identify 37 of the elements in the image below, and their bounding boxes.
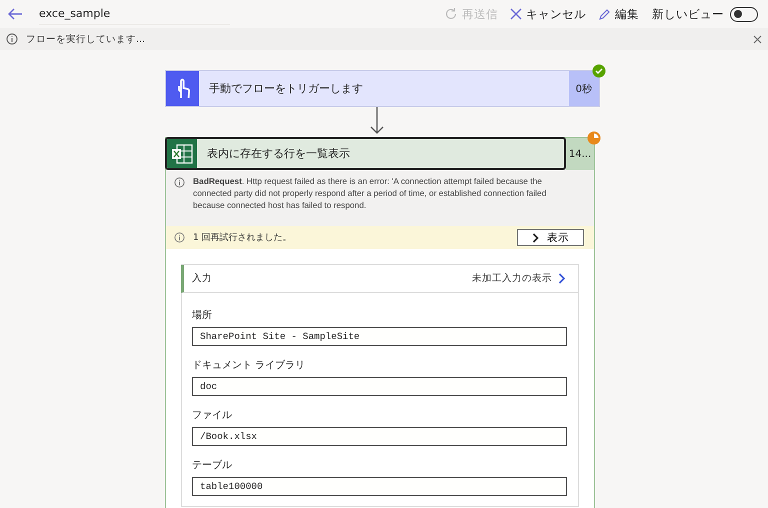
duration: 0秒: [568, 71, 599, 106]
trigger-card[interactable]: 手動でフローをトリガーします 0秒: [165, 70, 600, 107]
error-message: BadRequest. Http request failed as there is an error: 'A connection attempt failed because the connected party did not properly respond after a period of time, or established connection failed because connected host has failed to respond.: [193, 175, 548, 210]
spreadsheet-icon: [171, 144, 193, 164]
close-icon: [510, 8, 522, 20]
panel-title: 入力: [192, 272, 212, 285]
action-header[interactable]: 表内に存在する行を一覧表示: [165, 137, 566, 170]
pencil-icon: [598, 8, 611, 20]
retry-message: 1 回再試行されました。: [193, 232, 292, 244]
field-value: /Book.xlsx: [192, 427, 567, 446]
info-icon: [174, 232, 185, 243]
chevron-icon: [558, 273, 566, 284]
toolbar-button[interactable]: 編集: [595, 6, 642, 22]
trigger-title: 手動でフローをトリガーします: [209, 81, 364, 96]
flow-title: exce_sample: [39, 3, 230, 25]
field-value: SharePoint Site - SampleSite: [192, 327, 567, 346]
field-label: 場所: [192, 308, 213, 322]
connector-arrow: [370, 107, 384, 135]
field-label: ファイル: [192, 409, 233, 422]
info-icon: [174, 177, 185, 188]
raw-inputs-link[interactable]: 未加工入力の表示: [472, 272, 566, 285]
chevron-icon: [532, 232, 540, 242]
toggle-label: 新しいビュー: [652, 6, 724, 22]
banner-message: フローを実行しています...: [26, 32, 146, 46]
info-icon: [6, 33, 18, 45]
action-title: 表内に存在する行を一覧表示: [207, 146, 351, 161]
toolbar-button[interactable]: キャンセル: [507, 6, 589, 22]
close-icon[interactable]: [753, 34, 762, 44]
back-arrow-icon[interactable]: [7, 8, 23, 20]
field-value: doc: [192, 377, 567, 396]
field-label: テーブル: [192, 458, 233, 472]
show-button[interactable]: 表示: [517, 229, 584, 246]
field-label: ドキュメント ライブラリ: [192, 358, 306, 372]
toggle-switch[interactable]: [730, 6, 758, 22]
refresh-icon: [444, 7, 458, 21]
field-value: table100000: [192, 477, 567, 496]
duration: 14...: [566, 138, 594, 170]
